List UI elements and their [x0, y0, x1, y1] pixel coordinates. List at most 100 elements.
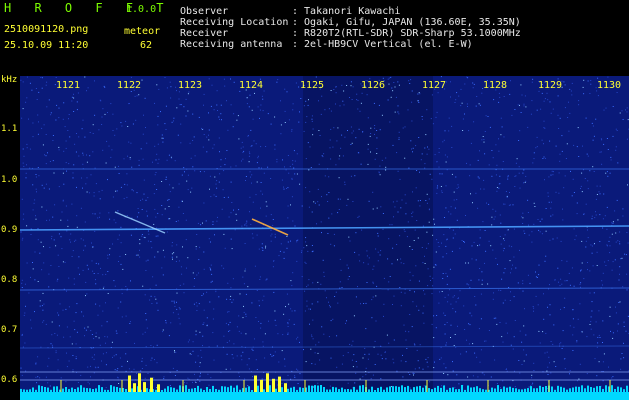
- noise-dot: [347, 352, 349, 354]
- noise-dot: [133, 368, 135, 370]
- signal-bar: [347, 389, 349, 392]
- noise-dot: [375, 248, 377, 250]
- noise-dot: [251, 348, 253, 350]
- signal-bar: [299, 387, 301, 392]
- noise-dot: [127, 126, 129, 127]
- noise-dot: [162, 331, 164, 333]
- noise-dot: [425, 134, 427, 136]
- noise-dot: [523, 182, 524, 184]
- noise-dot: [280, 243, 282, 245]
- noise-dot: [255, 359, 257, 361]
- noise-dot: [25, 305, 26, 307]
- noise-dot: [498, 138, 499, 140]
- noise-dot: [186, 267, 187, 269]
- noise-dot: [617, 162, 619, 164]
- noise-dot: [232, 357, 234, 359]
- noise-dot: [608, 366, 609, 368]
- noise-dot: [434, 223, 435, 225]
- noise-dot: [329, 306, 331, 308]
- noise-dot: [333, 233, 335, 235]
- noise-dot: [331, 213, 333, 215]
- noise-dot: [626, 232, 628, 233]
- noise-dot: [196, 274, 198, 276]
- noise-dot: [515, 162, 517, 164]
- noise-dot: [274, 144, 276, 146]
- noise-dot: [34, 199, 36, 201]
- noise-dot: [549, 284, 550, 286]
- noise-dot: [252, 237, 254, 239]
- noise-dot: [126, 196, 128, 198]
- noise-dot: [37, 356, 39, 358]
- noise-dot: [339, 281, 341, 283]
- noise-dot: [239, 90, 241, 92]
- noise-dot: [569, 112, 571, 114]
- noise-dot: [162, 274, 164, 276]
- noise-dot: [590, 83, 592, 85]
- noise-dot: [445, 245, 447, 247]
- noise-dot: [440, 76, 442, 78]
- noise-dot: [593, 292, 595, 294]
- signal-bar: [209, 389, 211, 392]
- noise-dot: [161, 205, 163, 206]
- noise-dot: [226, 100, 227, 102]
- signal-bar: [398, 386, 400, 392]
- noise-dot: [493, 292, 494, 294]
- noise-dot: [456, 219, 458, 221]
- noise-dot: [525, 175, 527, 177]
- noise-dot: [200, 349, 202, 351]
- noise-dot: [161, 134, 163, 136]
- noise-dot: [382, 228, 384, 230]
- noise-dot: [391, 224, 393, 226]
- noise-dot: [210, 105, 212, 107]
- noise-dot: [181, 273, 183, 275]
- meteor-bar: [157, 384, 160, 392]
- noise-dot: [97, 366, 99, 368]
- noise-dot: [583, 213, 585, 215]
- noise-dot: [305, 158, 307, 160]
- noise-dot: [363, 303, 365, 304]
- noise-dot: [333, 127, 335, 129]
- noise-dot: [479, 361, 481, 363]
- noise-dot: [442, 141, 444, 143]
- noise-dot: [192, 166, 194, 168]
- noise-dot: [392, 90, 394, 92]
- noise-dot: [452, 361, 453, 363]
- noise-dot: [90, 376, 91, 378]
- noise-dot: [546, 351, 548, 353]
- noise-dot: [182, 246, 183, 248]
- noise-dot: [411, 120, 413, 122]
- meteor-bar: [143, 382, 146, 392]
- noise-dot: [595, 214, 597, 216]
- noise-dot: [130, 234, 132, 236]
- noise-dot: [243, 150, 245, 152]
- noise-dot: [329, 385, 331, 387]
- noise-dot: [522, 290, 524, 292]
- noise-dot: [295, 82, 297, 84]
- noise-dot: [390, 96, 392, 98]
- noise-dot: [130, 142, 132, 144]
- noise-dot: [95, 303, 97, 305]
- noise-dot: [357, 152, 359, 154]
- noise-dot: [138, 159, 140, 161]
- noise-dot: [118, 165, 119, 167]
- noise-dot: [501, 336, 503, 338]
- noise-dot: [244, 378, 246, 380]
- noise-dot: [533, 307, 535, 309]
- noise-dot: [86, 191, 88, 193]
- noise-dot: [172, 367, 174, 369]
- noise-dot: [95, 279, 96, 281]
- noise-dot: [192, 272, 194, 274]
- noise-dot: [334, 296, 336, 297]
- noise-dot: [126, 184, 128, 186]
- noise-dot: [456, 187, 458, 189]
- noise-dot: [248, 155, 250, 157]
- noise-dot: [21, 374, 23, 376]
- noise-dot: [621, 110, 623, 112]
- noise-dot: [372, 208, 374, 210]
- noise-dot: [413, 343, 415, 345]
- noise-dot: [438, 302, 440, 304]
- noise-dot: [126, 215, 128, 216]
- noise-dot: [281, 179, 283, 181]
- noise-dot: [483, 188, 485, 190]
- signal-bar: [506, 387, 508, 392]
